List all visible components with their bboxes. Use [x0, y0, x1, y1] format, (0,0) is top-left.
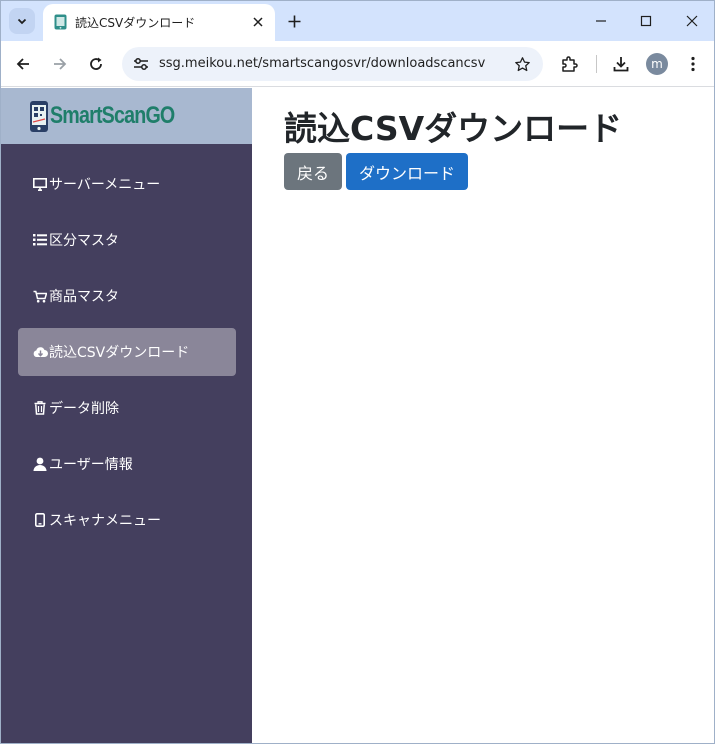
sidebar-item-label: スキャナメニュー	[49, 513, 161, 529]
browser-window: 読込CSVダウンロード ssg.meikou.net/smartscangosv…	[0, 0, 715, 744]
sidebar-item-csv-download[interactable]: 読込CSVダウンロード	[18, 328, 236, 376]
url-text: ssg.meikou.net/smartscangosvr/downloadsc…	[159, 56, 486, 71]
profile-avatar[interactable]: m	[646, 53, 668, 75]
back-button[interactable]: 戻る	[284, 153, 342, 190]
reload-icon[interactable]	[84, 52, 108, 76]
download-icon[interactable]	[609, 52, 633, 76]
mobile-icon	[32, 512, 48, 528]
download-button[interactable]: ダウンロード	[346, 153, 468, 190]
arrow-right-icon[interactable]	[48, 52, 72, 76]
minimize-icon[interactable]	[589, 9, 613, 33]
sidebar-item-category-master[interactable]: 区分マスタ	[18, 216, 236, 264]
sidebar-item-scanner-menu[interactable]: スキャナメニュー	[18, 496, 236, 544]
sidebar-item-server-menu[interactable]: サーバーメニュー	[18, 160, 236, 208]
toolbar-separator	[596, 55, 597, 73]
phone-app-icon	[54, 14, 67, 30]
list-icon	[32, 232, 48, 248]
puzzle-icon[interactable]	[557, 52, 581, 76]
sidebar-item-user-info[interactable]: ユーザー情報	[18, 440, 236, 488]
sidebar-item-label: 区分マスタ	[49, 233, 119, 249]
brand-logo[interactable]: SmartScanGO	[1, 88, 252, 144]
sidebar-item-label: サーバーメニュー	[49, 177, 161, 193]
sidebar-item-label: 商品マスタ	[49, 289, 119, 305]
trash-icon	[32, 400, 48, 416]
sidebar-item-label: データ削除	[49, 401, 119, 417]
close-icon[interactable]	[249, 13, 267, 31]
browser-tab[interactable]: 読込CSVダウンロード	[43, 4, 275, 41]
tab-strip: 読込CSVダウンロード	[1, 1, 714, 41]
close-window-icon[interactable]	[680, 9, 704, 33]
user-icon	[32, 456, 48, 472]
brand-name: SmartScanGO	[50, 102, 175, 129]
plus-icon[interactable]	[283, 10, 305, 32]
desktop-icon	[32, 176, 48, 192]
chevron-down-icon[interactable]	[9, 8, 35, 34]
maximize-icon[interactable]	[634, 9, 658, 33]
cloud-download-icon	[32, 344, 48, 360]
sidebar-item-data-delete[interactable]: データ削除	[18, 384, 236, 432]
browser-toolbar: ssg.meikou.net/smartscangosvr/downloadsc…	[1, 41, 714, 87]
sidebar-item-label: ユーザー情報	[49, 457, 133, 473]
phone-logo-icon	[30, 101, 48, 132]
sidebar-item-label: 読込CSVダウンロード	[49, 345, 190, 361]
tune-icon[interactable]	[132, 55, 150, 73]
tab-title: 読込CSVダウンロード	[75, 16, 196, 30]
web-page: SmartScanGO サーバーメニュー 区分マスタ 商品マスタ 読込CSVダウ…	[1, 88, 714, 743]
star-icon[interactable]	[513, 55, 531, 73]
arrow-left-icon[interactable]	[11, 52, 35, 76]
address-bar[interactable]: ssg.meikou.net/smartscangosvr/downloadsc…	[122, 47, 543, 81]
kebab-menu-icon[interactable]	[681, 52, 705, 76]
cart-icon	[32, 288, 48, 304]
sidebar-item-product-master[interactable]: 商品マスタ	[18, 272, 236, 320]
sidebar: SmartScanGO サーバーメニュー 区分マスタ 商品マスタ 読込CSVダウ…	[1, 88, 252, 743]
page-title: 読込CSVダウンロード	[284, 109, 623, 148]
